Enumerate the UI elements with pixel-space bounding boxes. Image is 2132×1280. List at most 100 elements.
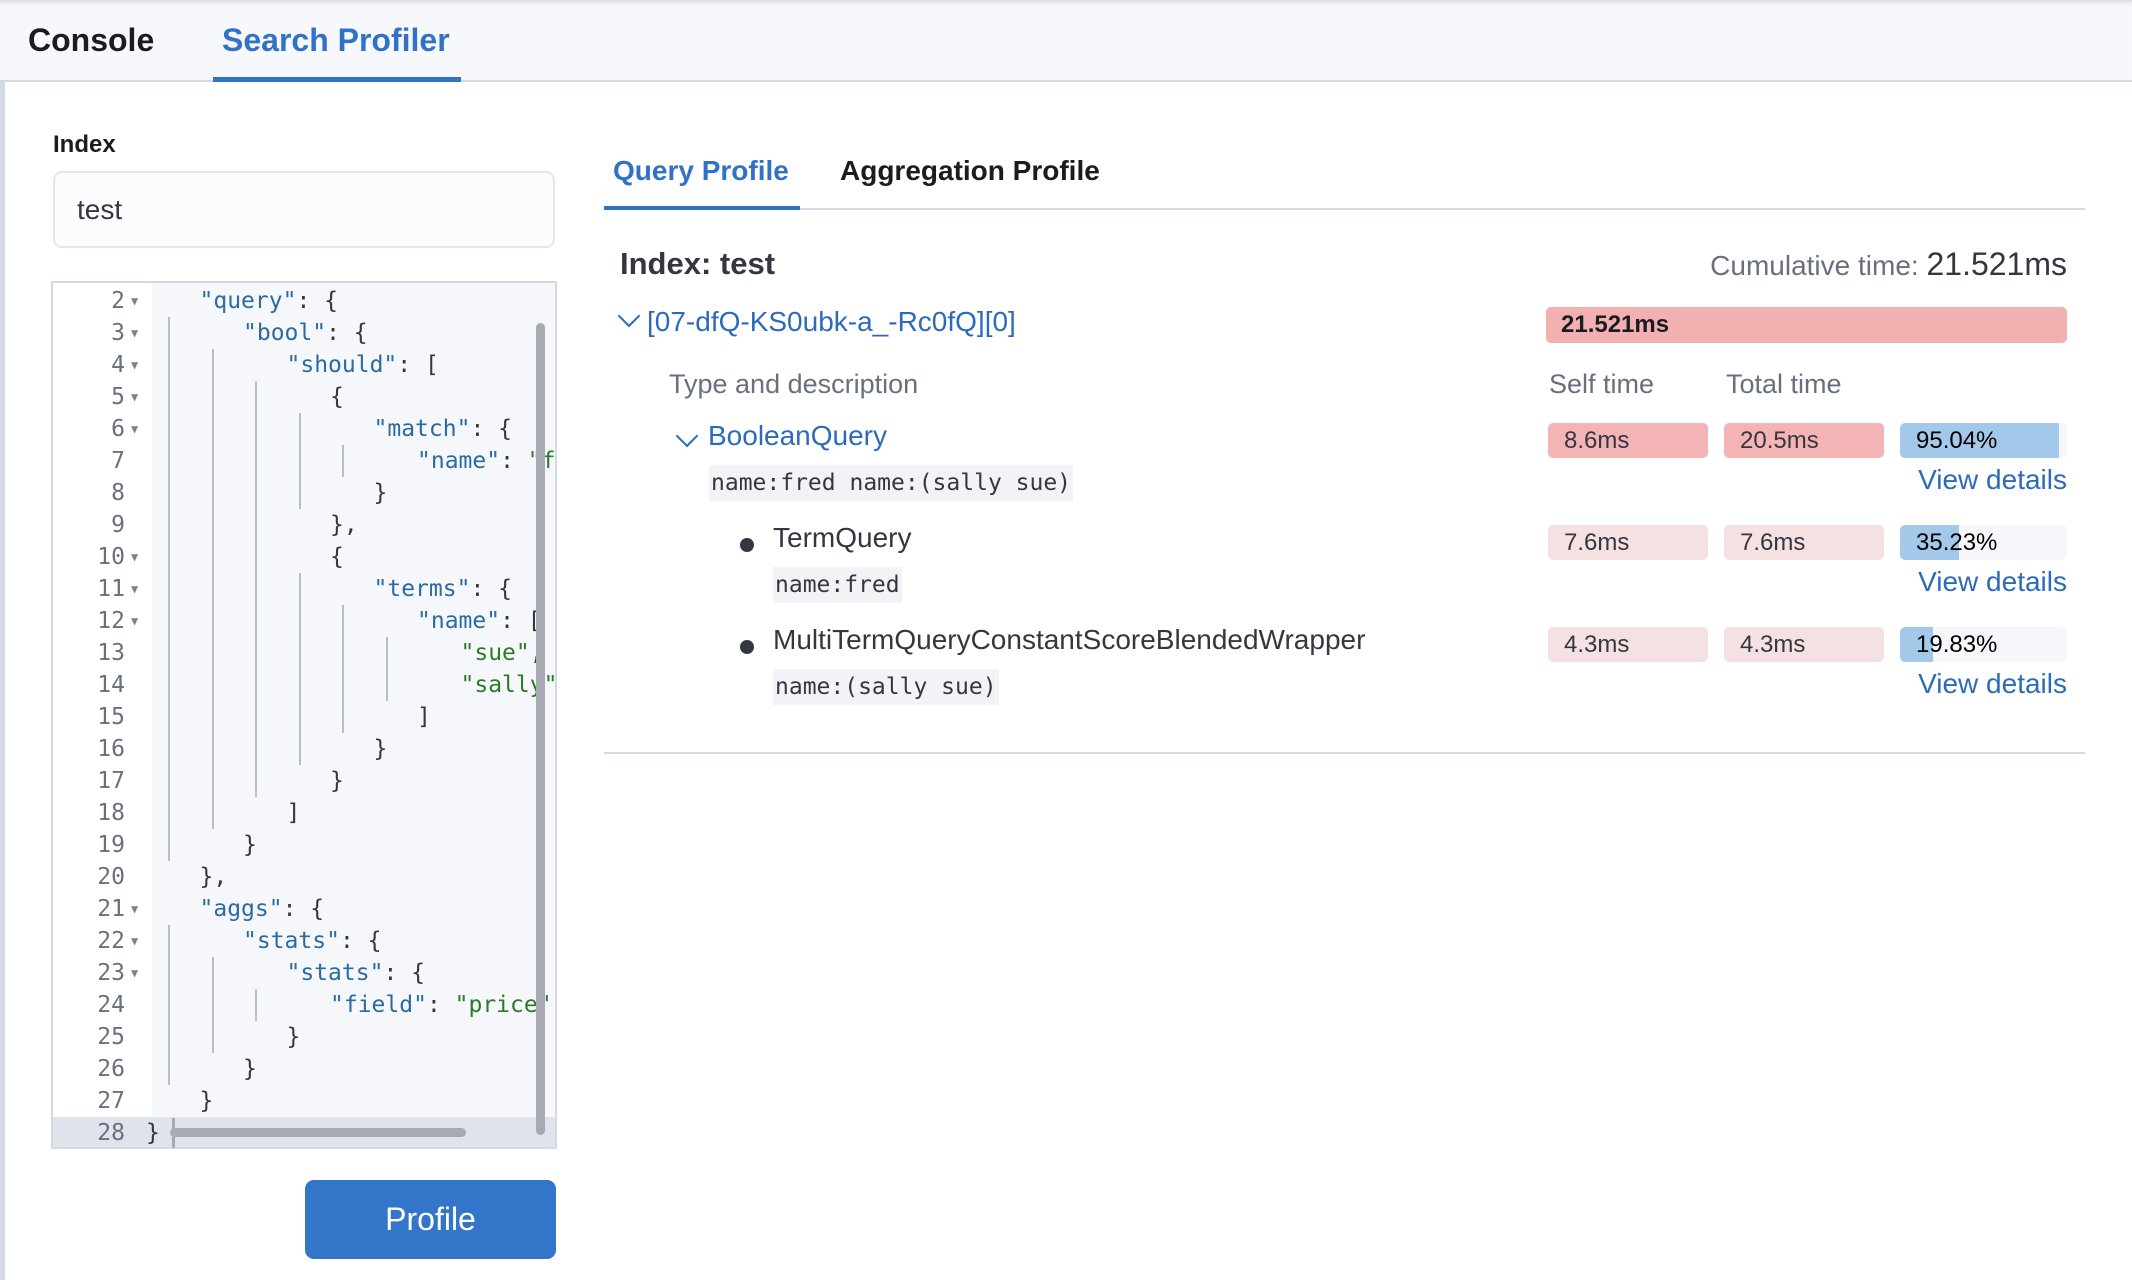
tab-console[interactable]: Console	[28, 18, 154, 62]
tab-search-profiler[interactable]: Search Profiler	[222, 18, 450, 62]
bullet-icon	[740, 640, 754, 654]
code-line[interactable]: 23 ▼ "stats": {	[53, 957, 555, 989]
fold-arrow-icon[interactable]: ▼	[131, 605, 138, 637]
code-text: "terms": {	[373, 576, 512, 602]
indent-guide	[168, 925, 170, 957]
indent-guide	[255, 413, 257, 445]
view-details-link[interactable]: View details	[1918, 566, 2067, 598]
code-line[interactable]: 18]	[53, 797, 555, 829]
self-time-badge: 7.6ms	[1548, 525, 1708, 560]
code-line[interactable]: 25}	[53, 1021, 555, 1053]
indent-guide	[211, 957, 214, 989]
shard-toggle[interactable]: [07-dfQ-KS0ubk-a_-Rc0fQ][0]	[617, 304, 1016, 338]
code-line[interactable]: 21 ▼ "aggs": {	[53, 893, 555, 925]
line-number: 6	[111, 416, 125, 442]
fold-arrow-icon[interactable]: ▼	[131, 317, 138, 349]
indent-guide	[211, 541, 214, 573]
line-number: 22	[97, 928, 125, 954]
query-editor[interactable]: 2 ▼ "query": {3 ▼ "bool": {4 ▼ "should": [5 ▼{6…	[51, 281, 557, 1149]
code-line[interactable]: 8}	[53, 477, 555, 509]
line-number: 10	[97, 544, 125, 570]
code-line[interactable]: 3 ▼ "bool": {	[53, 317, 555, 349]
line-number: 8	[111, 480, 125, 506]
code-text: "stats": {	[286, 960, 425, 986]
indent-guide	[168, 573, 170, 605]
line-number: 13	[97, 640, 125, 666]
code-text: "aggs": {	[199, 896, 325, 922]
code-line[interactable]: 22 ▼ "stats": {	[53, 925, 555, 957]
code-line[interactable]: 15]	[53, 701, 555, 733]
indent-guide	[255, 989, 257, 1021]
indent-guide	[255, 381, 257, 413]
fold-arrow-icon[interactable]: ▼	[131, 893, 138, 925]
editor-horizontal-scrollbar[interactable]	[170, 1128, 466, 1137]
view-details-link[interactable]: View details	[1918, 464, 2067, 496]
code-text: ]	[286, 800, 301, 826]
line-number: 3	[111, 320, 125, 346]
fold-arrow-icon[interactable]: ▼	[131, 349, 138, 381]
code-text: "match": {	[373, 416, 512, 442]
line-number: 11	[97, 576, 125, 602]
fold-arrow-icon[interactable]: ▼	[131, 413, 138, 445]
indent-guide	[298, 445, 301, 477]
code-text: }	[146, 1120, 160, 1146]
code-line[interactable]: 12 ▼ "name": [	[53, 605, 555, 637]
fold-arrow-icon[interactable]: ▼	[131, 541, 138, 573]
code-line[interactable]: 27}	[53, 1085, 555, 1117]
column-type-description: Type and description	[669, 369, 919, 399]
indent-guide	[168, 509, 170, 541]
line-number: 17	[97, 768, 125, 794]
editor-vertical-scrollbar[interactable]	[536, 323, 545, 1135]
fold-arrow-icon[interactable]: ▼	[131, 957, 138, 989]
code-line[interactable]: 6 ▼ "match": {	[53, 413, 555, 445]
profile-button[interactable]: Profile	[305, 1180, 556, 1259]
code-line[interactable]: 16}	[53, 733, 555, 765]
code-line[interactable]: 9},	[53, 509, 555, 541]
indent-guide	[211, 605, 214, 637]
query-type[interactable]: BooleanQuery	[708, 420, 887, 452]
active-subtab-indicator	[604, 206, 800, 210]
cumulative-time-value: 21.521ms	[1926, 246, 2067, 282]
code-text: }	[286, 1024, 301, 1050]
code-line[interactable]: 2 ▼ "query": {	[53, 285, 555, 317]
code-text: "query": {	[199, 288, 338, 314]
indent-guide	[342, 669, 344, 701]
view-details-link[interactable]: View details	[1918, 668, 2067, 700]
fold-arrow-icon[interactable]: ▼	[131, 381, 138, 413]
code-line[interactable]: 13 "sue",	[53, 637, 555, 669]
code-line[interactable]: 11 ▼ "terms": {	[53, 573, 555, 605]
index-input[interactable]	[53, 171, 555, 248]
indent-guide	[298, 573, 301, 605]
line-number: 20	[97, 864, 125, 890]
fold-arrow-icon[interactable]: ▼	[131, 285, 138, 317]
indent-guide	[168, 829, 170, 861]
tab-aggregation-profile[interactable]: Aggregation Profile	[840, 153, 1100, 189]
code-line[interactable]: 26}	[53, 1053, 555, 1085]
indent-guide	[385, 669, 388, 701]
indent-guide	[211, 477, 214, 509]
code-line[interactable]: 4 ▼ "should": [	[53, 349, 555, 381]
code-line[interactable]: 20},	[53, 861, 555, 893]
line-number: 14	[97, 672, 125, 698]
cumulative-time: Cumulative time: 21.521ms	[1710, 246, 2067, 283]
code-text: "field": "price"	[330, 992, 552, 1018]
code-line[interactable]: 5 ▼ {	[53, 381, 555, 413]
indent-guide	[342, 637, 344, 669]
code-line[interactable]: 24 "field": "price"	[53, 989, 555, 1021]
fold-arrow-icon[interactable]: ▼	[131, 573, 138, 605]
fold-arrow-icon[interactable]: ▼	[131, 925, 138, 957]
code-text: {	[330, 384, 344, 410]
code-line[interactable]: 17}	[53, 765, 555, 797]
query-description: name:fred	[773, 567, 902, 603]
query-description: name:fred name:(sally sue)	[709, 465, 1074, 501]
code-line[interactable]: 14 "sally"	[53, 669, 555, 701]
indent-guide	[298, 637, 301, 669]
indent-guide	[255, 765, 257, 797]
indent-guide	[255, 669, 257, 701]
tab-query-profile[interactable]: Query Profile	[613, 153, 789, 189]
code-line[interactable]: 7"name": "fred"	[53, 445, 555, 477]
code-text: ]	[417, 704, 431, 730]
code-line[interactable]: 19}	[53, 829, 555, 861]
line-number: 15	[97, 704, 125, 730]
code-line[interactable]: 10 ▼ {	[53, 541, 555, 573]
